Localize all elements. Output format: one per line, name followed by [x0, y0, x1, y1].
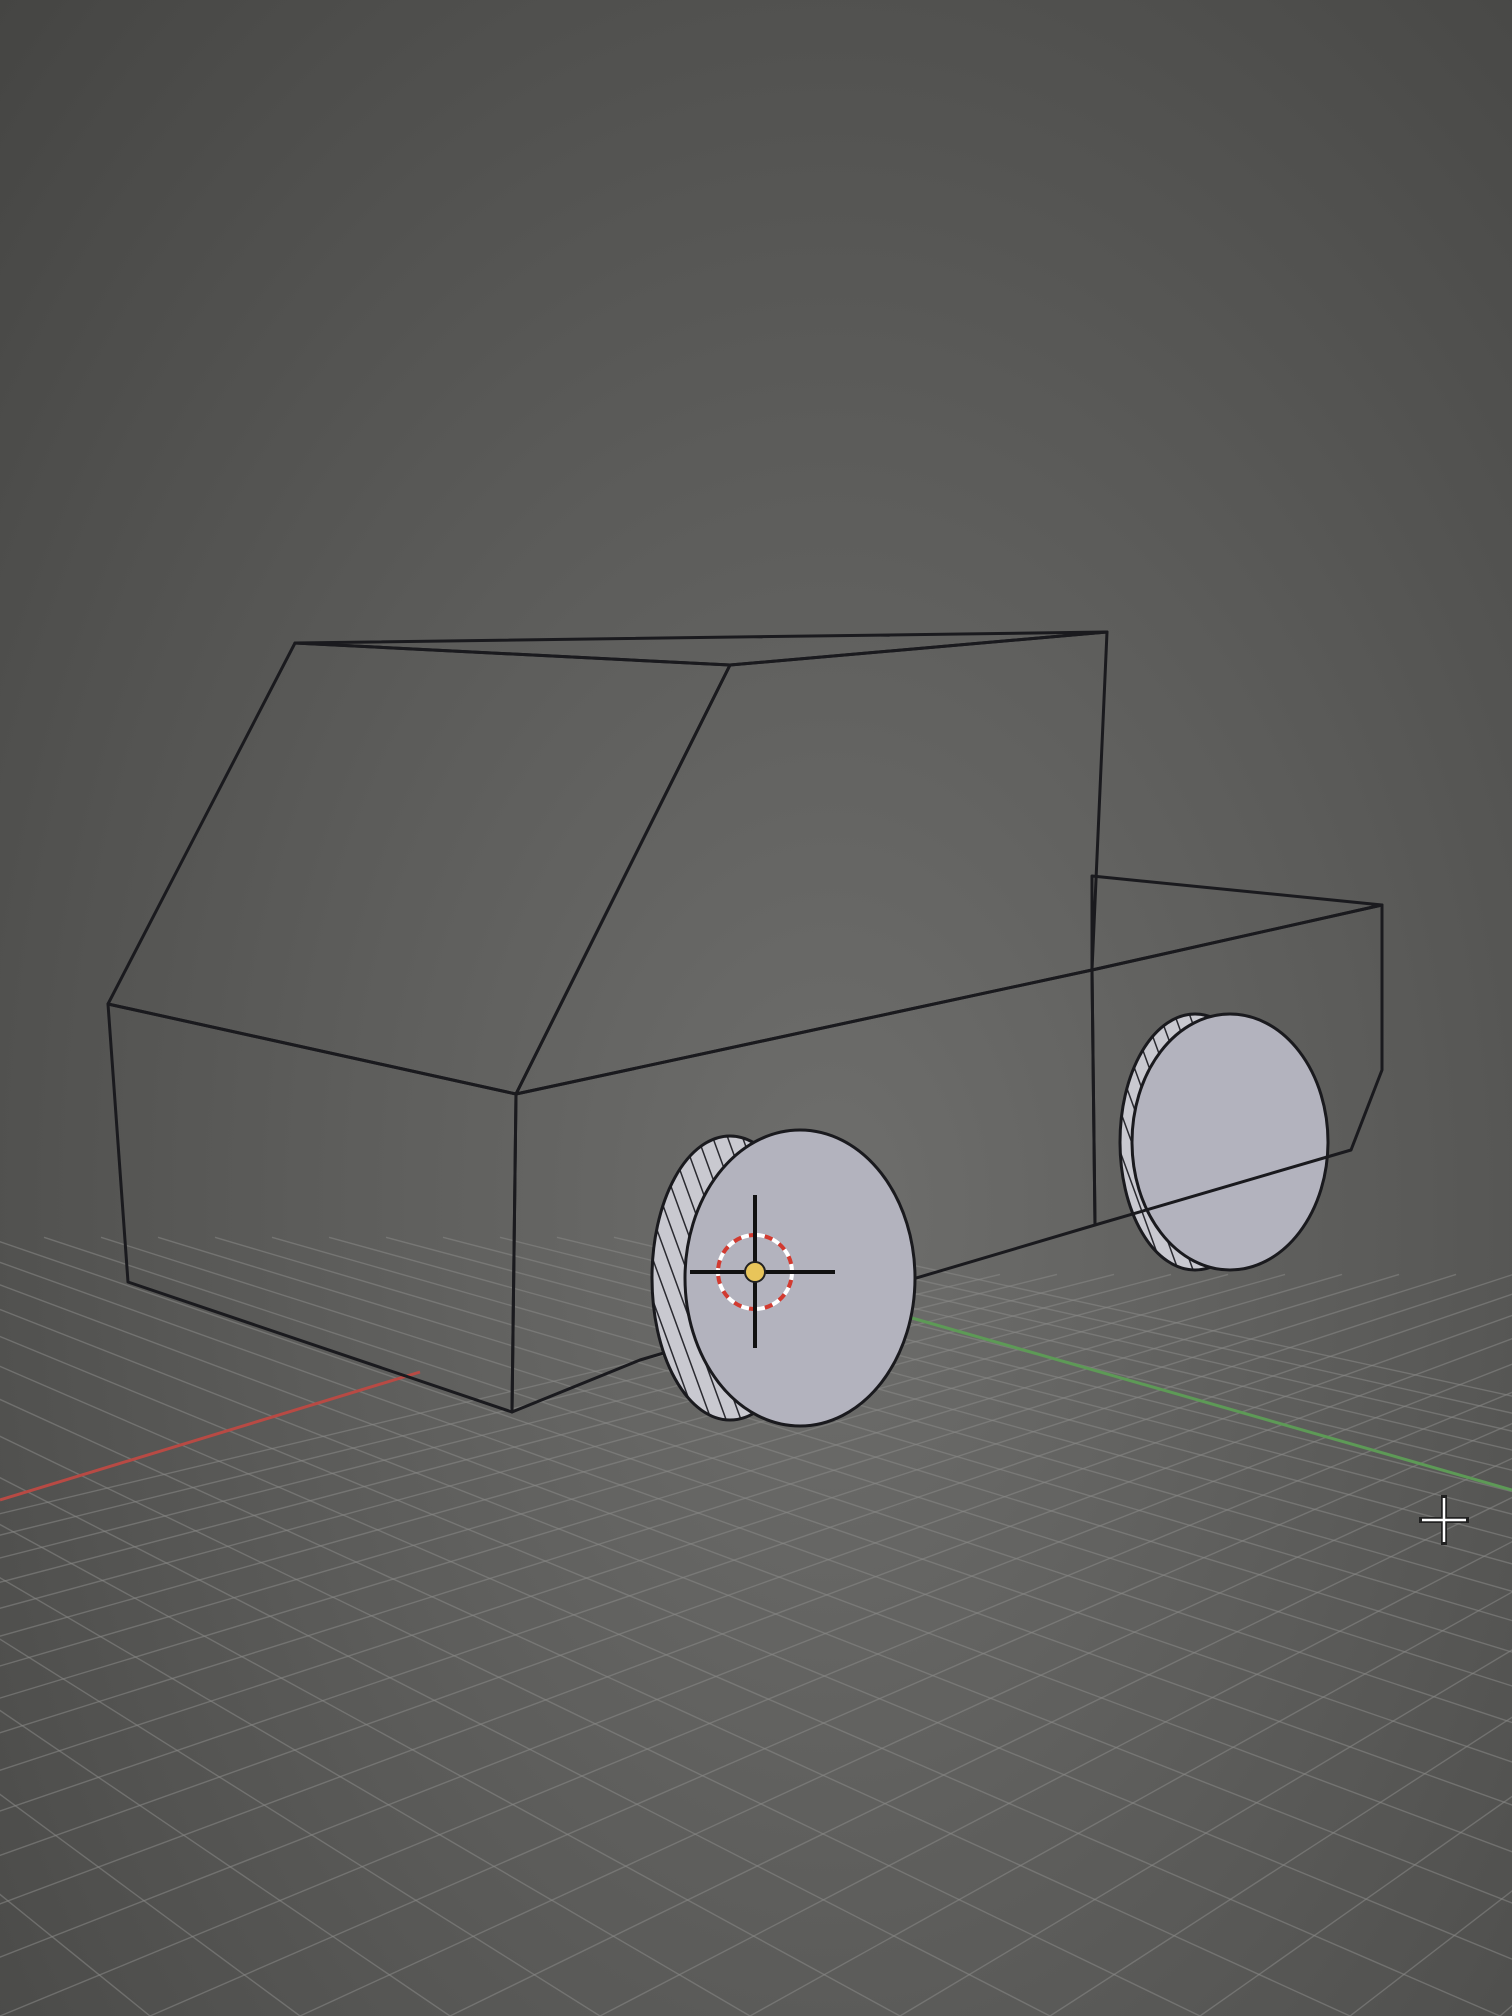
- y-axis-line: [904, 1314, 1512, 1492]
- cab-upper-side[interactable]: [514, 630, 1109, 1096]
- front-wheel[interactable]: [650, 1128, 917, 1428]
- grid-line: [442, 1236, 1512, 1515]
- rear-wheel[interactable]: [1118, 1012, 1330, 1272]
- mouse-pointer-icon: [1419, 1495, 1469, 1545]
- 3d-viewport[interactable]: [0, 0, 1512, 2016]
- object-origin-icon: [744, 1261, 766, 1283]
- grid-line: [1049, 1716, 1512, 2016]
- truck-bed-top[interactable]: [1090, 874, 1384, 972]
- grid-line: [449, 1496, 1512, 2016]
- grid-line: [0, 1893, 151, 2016]
- grid-line: [0, 1273, 1343, 1667]
- cab-front-face[interactable]: [106, 1002, 518, 1414]
- cab-windshield-face[interactable]: [106, 641, 732, 1096]
- grid-line: [499, 1236, 1512, 1493]
- grid-line: [0, 1709, 451, 2016]
- grid-line: [1499, 2004, 1512, 2016]
- grid-line: [328, 1236, 1512, 1565]
- grid-line: [299, 1457, 1512, 2016]
- grid-line: [899, 1649, 1512, 2016]
- grid-line: [0, 1273, 1115, 1559]
- grid-line: [0, 1638, 601, 2016]
- viewport-canvas[interactable]: [0, 0, 1512, 2016]
- grid-line: [0, 1273, 1229, 1609]
